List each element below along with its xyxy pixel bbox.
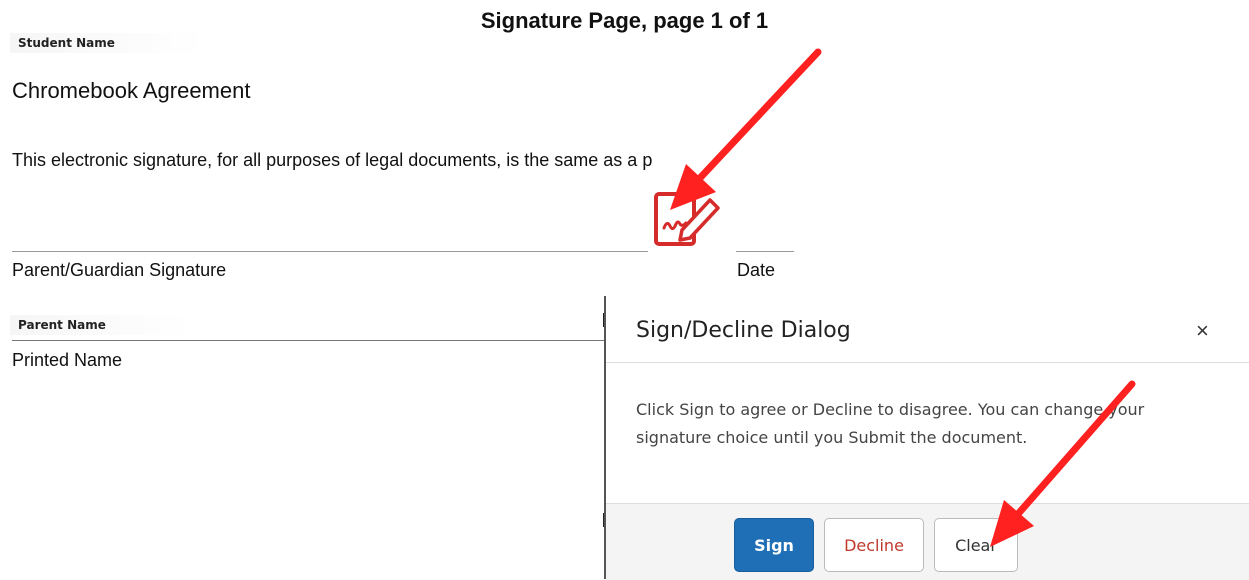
document-title: Chromebook Agreement [12, 78, 251, 103]
date-line [736, 251, 794, 252]
date-label: Date [737, 260, 776, 280]
signature-label: Parent/Guardian Signature [12, 260, 227, 280]
page-title: Signature Page, page 1 of 1 [480, 8, 769, 33]
red-arrow [670, 48, 822, 210]
agreement-text: This electronic signature, for all purpo… [12, 150, 653, 170]
clear-button[interactable]: Clear [934, 518, 1018, 572]
dialog-footer: Sign Decline Clear [606, 503, 1249, 580]
sign-decline-dialog: Sign/Decline Dialog × Click Sign to agre… [604, 296, 1249, 580]
dialog-header: Sign/Decline Dialog × [606, 296, 1249, 363]
signature-line [12, 251, 648, 252]
close-icon[interactable]: × [1196, 318, 1209, 344]
printed-name-label: Printed Name [12, 350, 123, 370]
sign-button[interactable]: Sign [734, 518, 814, 572]
student-name-label: Student Name [10, 33, 206, 53]
parent-name-label: Parent Name [10, 315, 191, 335]
sign-document-icon[interactable] [652, 188, 724, 250]
printed-name-line [12, 340, 607, 341]
dialog-message: Click Sign to agree or Decline to disagr… [636, 400, 1145, 447]
dialog-title: Sign/Decline Dialog [636, 318, 851, 343]
decline-button[interactable]: Decline [824, 518, 924, 572]
